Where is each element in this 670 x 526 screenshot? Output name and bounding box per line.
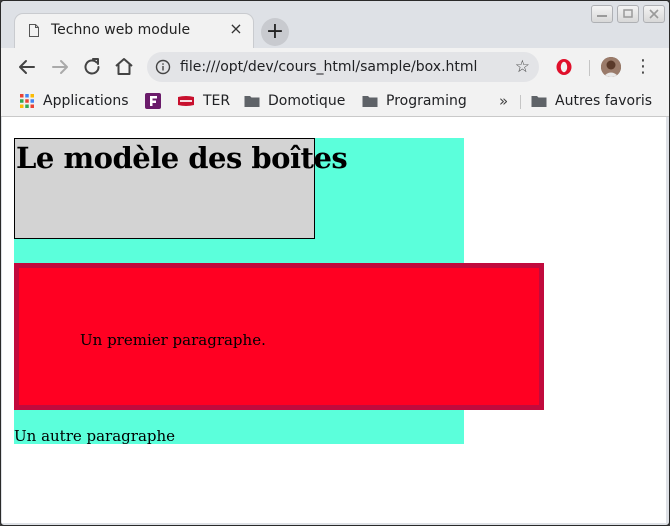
sncf-icon <box>178 96 194 106</box>
bookmark-label: Applications <box>43 93 129 109</box>
profile-avatar[interactable] <box>601 57 621 77</box>
tab-strip: Techno web module × + <box>1 1 669 48</box>
toolbar: file:///opt/dev/cours_html/sample/box.ht… <box>1 48 669 86</box>
browser-window: Techno web module × + file:///opt/dev/co… <box>0 0 670 526</box>
second-paragraph: Un autre paragraphe <box>14 427 176 445</box>
bookmark-domotique[interactable]: Domotique <box>244 91 345 111</box>
address-bar[interactable]: file:///opt/dev/cours_html/sample/box.ht… <box>147 52 539 82</box>
heading-box: Le modèle des boîtes <box>14 138 348 239</box>
bookmark-label: Domotique <box>268 93 346 109</box>
home-icon[interactable] <box>112 55 136 79</box>
document-icon <box>29 24 39 37</box>
info-icon[interactable] <box>155 59 171 75</box>
menu-dots-icon[interactable]: ⋮ <box>633 56 653 78</box>
new-tab-button[interactable]: + <box>261 18 289 46</box>
tab-techno-web-module[interactable]: Techno web module × <box>15 14 253 48</box>
bookmark-programing[interactable]: Programing <box>362 91 467 111</box>
bookmark-label: Autres favoris <box>555 93 653 109</box>
first-paragraph: Un premier paragraphe. <box>80 331 266 349</box>
bookmark-label: Programing <box>386 93 467 109</box>
apps-grid-icon <box>20 94 34 108</box>
bookmark-other-favorites[interactable]: Autres favoris <box>531 91 652 111</box>
close-window-icon <box>649 9 659 19</box>
url-text[interactable]: file:///opt/dev/cours_html/sample/box.ht… <box>180 59 477 75</box>
folder-icon <box>531 96 547 107</box>
bookmarks-divider <box>520 95 521 109</box>
bookmark-applications[interactable]: Applications <box>19 91 129 111</box>
opera-extension-icon[interactable] <box>555 58 573 76</box>
minimize-button[interactable] <box>591 5 613 23</box>
bookmarks-bar: Applications TER Domotique Programing » <box>1 86 669 117</box>
maximize-icon <box>623 9 633 18</box>
bookmark-fav-logo[interactable] <box>145 91 169 111</box>
bookmark-ter[interactable]: TER <box>177 91 230 111</box>
folder-icon <box>244 96 260 107</box>
tab-title: Techno web module <box>51 22 191 38</box>
tab-close-icon[interactable]: × <box>227 20 245 38</box>
back-arrow-icon[interactable] <box>15 55 39 79</box>
first-paragraph-box: Un premier paragraphe. <box>14 263 544 410</box>
bookmark-label: TER <box>203 93 231 109</box>
forward-arrow-icon[interactable] <box>48 55 72 79</box>
page-heading: Le modèle des boîtes <box>16 141 348 175</box>
toolbar-divider <box>589 60 590 76</box>
minimize-icon <box>597 15 607 17</box>
page-viewport: Le modèle des boîtes Un premier paragrap… <box>2 117 666 523</box>
bookmarks-overflow-icon[interactable]: » <box>499 91 508 111</box>
maximize-button[interactable] <box>617 5 639 23</box>
folder-icon <box>362 96 378 107</box>
profile-photo-icon <box>601 57 621 77</box>
close-window-button[interactable] <box>643 5 665 23</box>
fav-logo-icon <box>145 93 161 109</box>
reload-icon[interactable] <box>80 55 104 79</box>
bookmark-star-icon[interactable]: ☆ <box>515 57 530 77</box>
